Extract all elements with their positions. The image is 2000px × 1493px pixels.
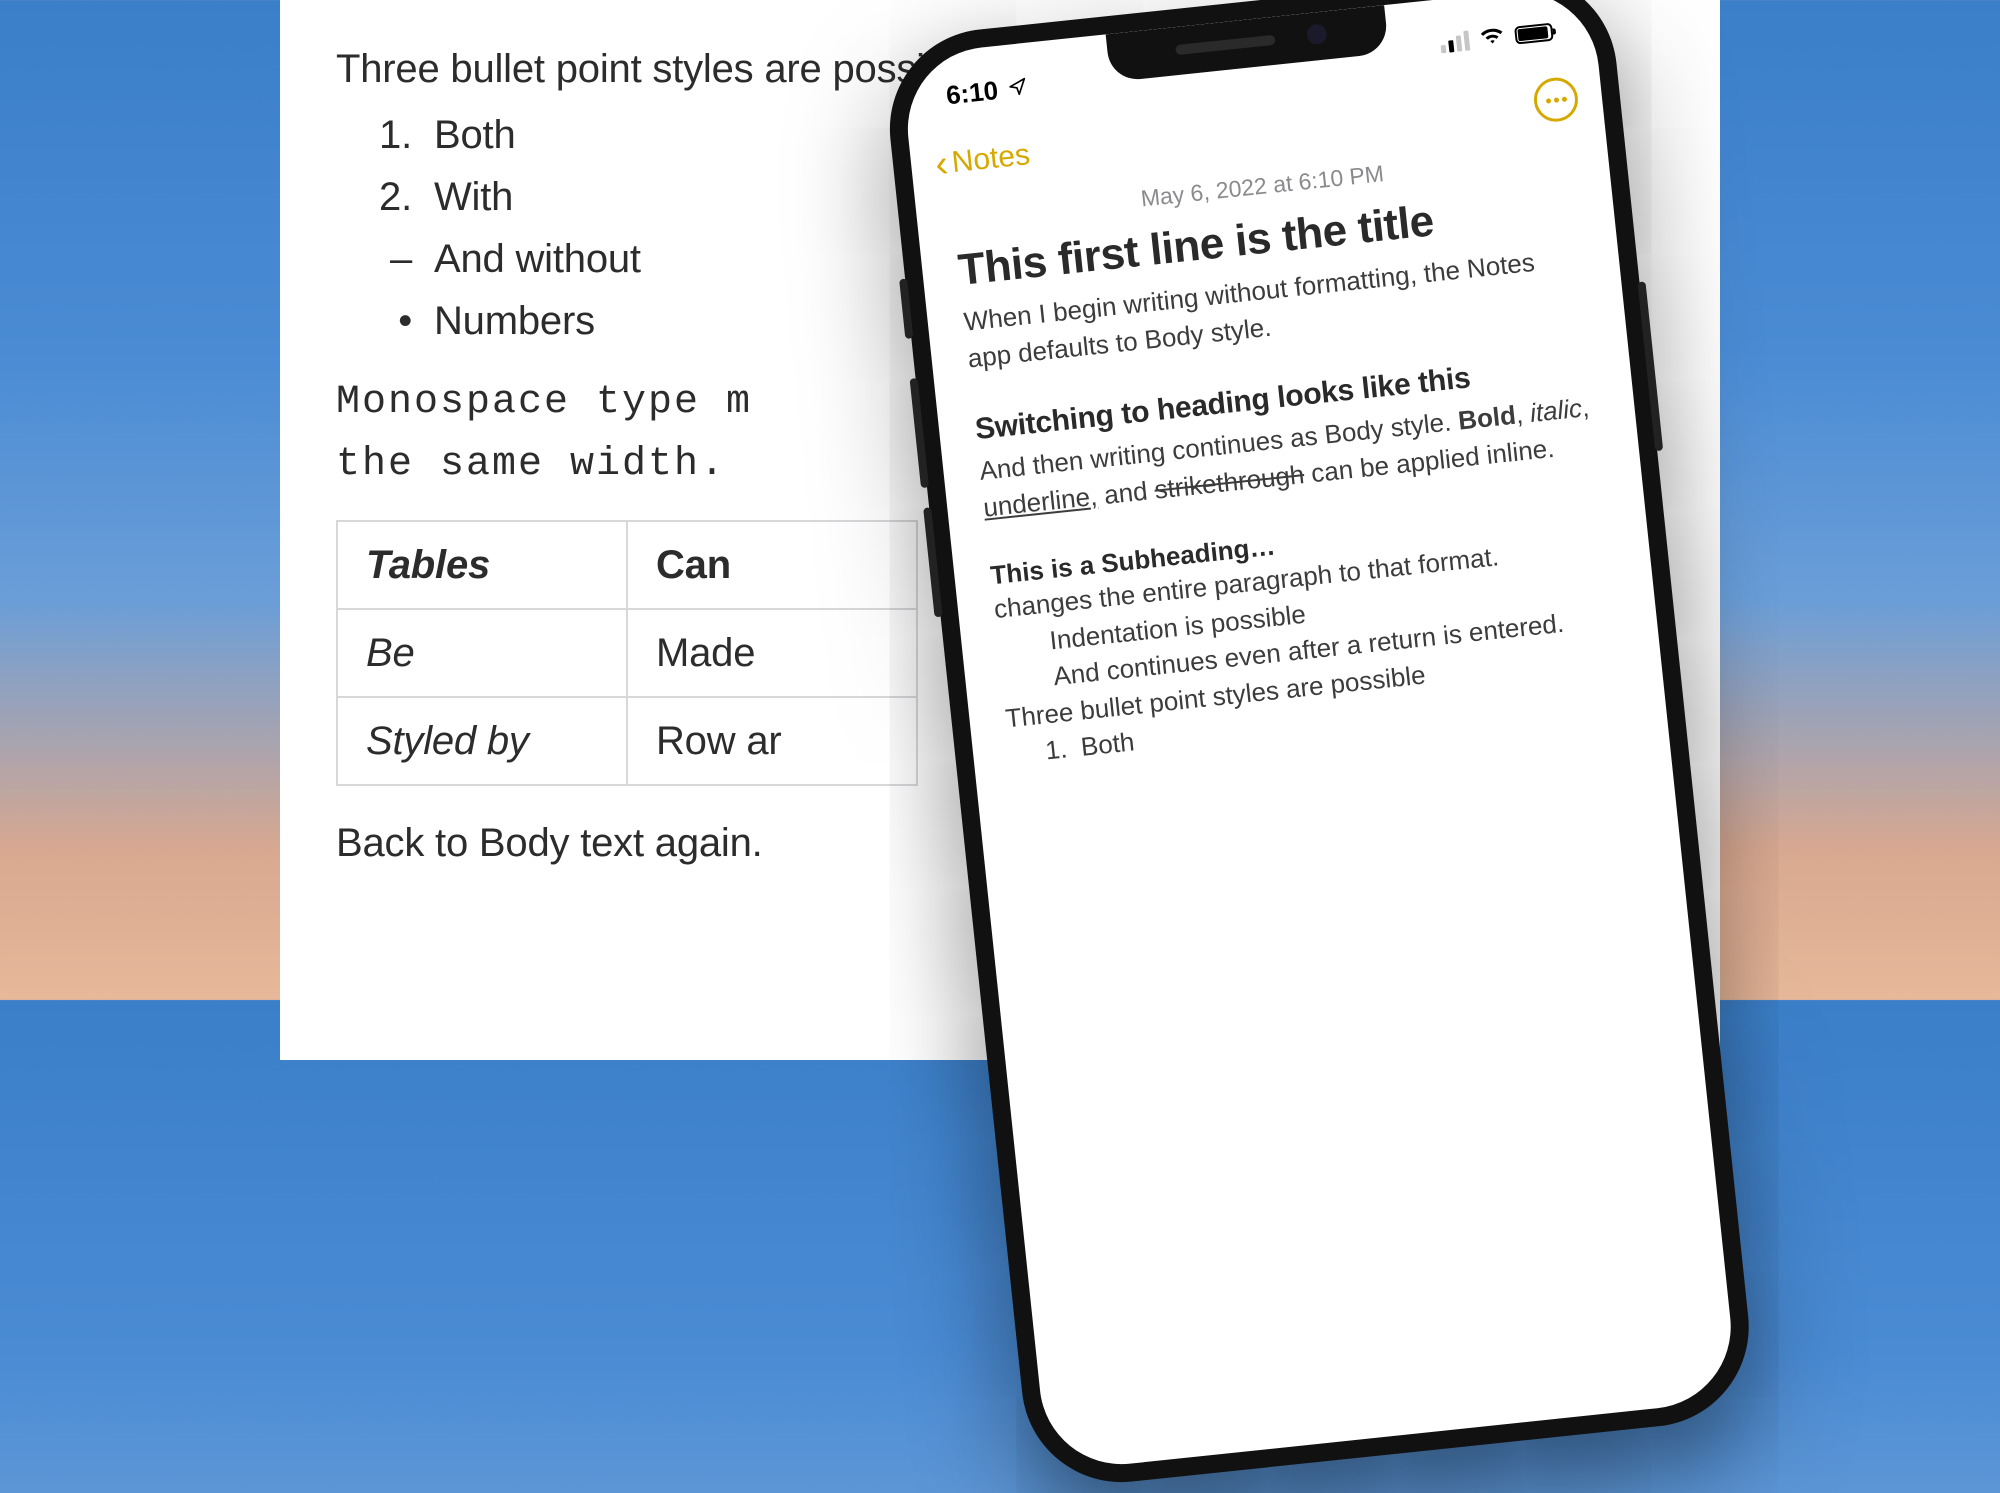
- underline-sample: underline,: [982, 481, 1099, 523]
- battery-icon: [1514, 23, 1554, 45]
- back-label: Notes: [950, 138, 1031, 180]
- table-row: Be Made: [337, 609, 917, 697]
- chevron-left-icon: ‹: [933, 145, 950, 184]
- table-row: Styled by Row ar: [337, 697, 917, 785]
- italic-sample: italic: [1528, 393, 1583, 428]
- bg-table: Tables Can Be Made Styled by Row ar: [336, 520, 918, 786]
- back-button[interactable]: ‹ Notes: [933, 136, 1031, 184]
- ellipsis-icon: [1545, 96, 1566, 103]
- iphone-mockup: 6:10 ‹ Notes: [880, 0, 1759, 1492]
- wifi-icon: [1478, 23, 1507, 54]
- bold-sample: Bold: [1457, 400, 1518, 436]
- strike-sample: strikethrough: [1153, 459, 1306, 505]
- table-row: Tables Can: [337, 521, 917, 609]
- status-time: 6:10: [945, 75, 1000, 111]
- more-button[interactable]: [1532, 75, 1580, 123]
- note-content[interactable]: May 6, 2022 at 6:10 PM This first line i…: [916, 137, 1739, 1473]
- location-icon: [1007, 75, 1030, 103]
- cellular-icon: [1439, 30, 1470, 53]
